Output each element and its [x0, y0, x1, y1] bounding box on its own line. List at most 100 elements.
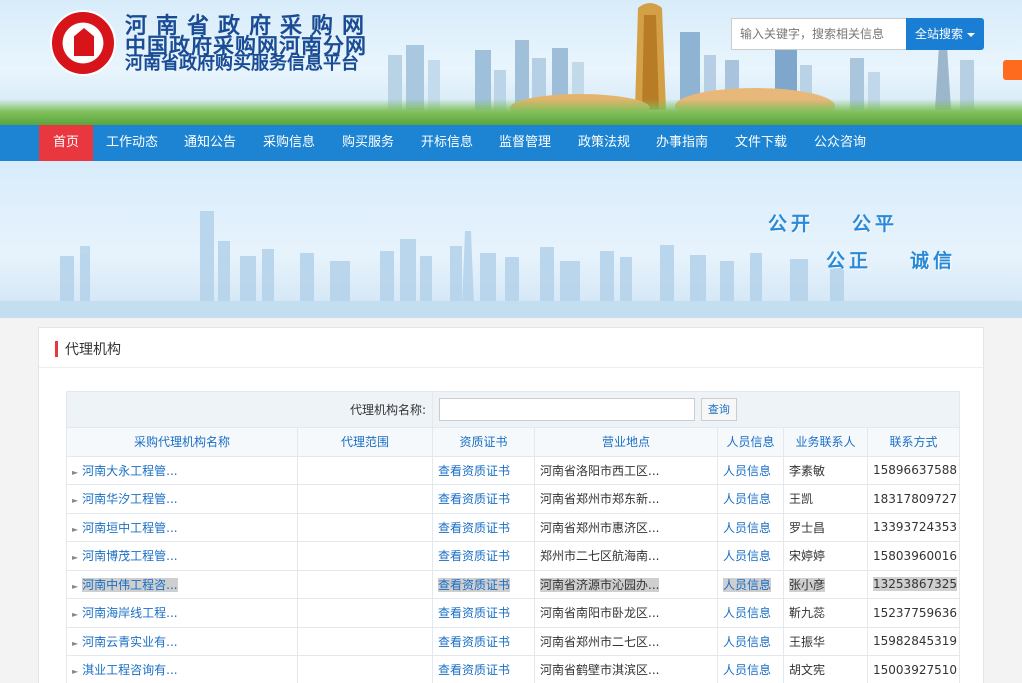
- agency-name-link[interactable]: 河南大永工程管...: [82, 464, 177, 478]
- panel-title-accent: [55, 341, 58, 357]
- panel-title: 代理机构: [65, 342, 121, 358]
- contact-cell: 罗士昌: [783, 512, 869, 542]
- site-search-button[interactable]: 全站搜索: [906, 18, 984, 50]
- contact-text: 胡文宪: [789, 663, 826, 678]
- staff-info-link[interactable]: 人员信息: [723, 464, 771, 478]
- phone-cell: 15003927510: [867, 655, 961, 683]
- view-cert-link[interactable]: 查看资质证书: [438, 635, 510, 649]
- contact-cell: 靳九蕊: [783, 598, 869, 628]
- filter-label: 代理机构名称:: [65, 391, 434, 428]
- view-cert-link[interactable]: 查看资质证书: [438, 492, 510, 506]
- staff-cell: 人员信息: [717, 655, 785, 683]
- table-row: ► 河南华汐工程管... 查看资质证书 河南省郑州市郑东新... 人员信息 王凯 18317…: [66, 484, 961, 514]
- address-text: 河南省济源市沁园办...: [540, 577, 660, 592]
- agency-scope-cell: [296, 655, 434, 683]
- staff-info-link[interactable]: 人员信息: [723, 606, 771, 620]
- staff-cell: 人员信息: [717, 455, 785, 485]
- address-text: 河南省鹤壁市淇滨区...: [540, 663, 660, 678]
- view-cert-link[interactable]: 查看资质证书: [438, 521, 510, 535]
- agency-name-link[interactable]: 河南博茂工程管...: [82, 549, 177, 563]
- nav-item-downloads[interactable]: 文件下载: [725, 125, 797, 161]
- slogan-fairness: 公平: [852, 213, 899, 235]
- staff-info-link[interactable]: 人员信息: [723, 492, 771, 506]
- view-cert-link[interactable]: 查看资质证书: [438, 578, 510, 592]
- triangle-right-icon: ►: [72, 638, 79, 648]
- contact-text: 罗士昌: [789, 520, 826, 535]
- nav-item-supervision[interactable]: 监督管理: [489, 125, 561, 161]
- nav-item-notices[interactable]: 通知公告: [175, 125, 245, 161]
- phone-text: 15982845319: [873, 634, 957, 649]
- nav-item-bid-opening[interactable]: 开标信息: [411, 125, 483, 161]
- banner-skyline-illustration: [0, 211, 1022, 318]
- triangle-right-icon: ►: [72, 667, 79, 677]
- agency-scope-cell: [296, 512, 434, 542]
- agency-name-link[interactable]: 河南云青实业有...: [82, 635, 177, 649]
- agency-name-link[interactable]: 河南海岸线工程...: [82, 606, 177, 620]
- staff-info-link[interactable]: 人员信息: [723, 578, 771, 592]
- phone-cell: 13253867325: [867, 569, 961, 599]
- view-cert-link[interactable]: 查看资质证书: [438, 663, 510, 677]
- site-search-input[interactable]: 输入关键字，搜索相关信息: [731, 18, 906, 50]
- table-row: ► 河南垣中工程管... 查看资质证书 河南省郑州市惠济区... 人员信息 罗士昌 1339…: [66, 512, 961, 542]
- view-cert-link[interactable]: 查看资质证书: [438, 464, 510, 478]
- agency-name-link[interactable]: 河南华汐工程管...: [82, 492, 177, 506]
- column-header-contact: 业务联系人: [783, 427, 869, 457]
- contact-cell: 宋婷婷: [783, 541, 869, 571]
- contact-cell: 王振华: [783, 626, 869, 656]
- agency-panel: 代理机构 代理机构名称: 查询 采购代理机构名称 代理范围 资质证书 营业地点 …: [38, 327, 984, 683]
- staff-cell: 人员信息: [717, 598, 785, 628]
- triangle-right-icon: ►: [72, 553, 79, 563]
- nav-item-home[interactable]: 首页: [39, 125, 93, 161]
- agency-name-cell: ► 河南垣中工程管...: [66, 512, 298, 542]
- address-cell: 河南省郑州市二七区...: [534, 626, 719, 656]
- agency-name-cell: ► 淇业工程咨询有...: [66, 655, 298, 683]
- address-text: 河南省洛阳市西工区...: [540, 463, 660, 478]
- agency-name-cell: ► 河南云青实业有...: [66, 626, 298, 656]
- view-cert-link[interactable]: 查看资质证书: [438, 549, 510, 563]
- table-row: ► 河南博茂工程管... 查看资质证书 郑州市二七区航海南... 人员信息 宋婷婷 1580…: [66, 541, 961, 571]
- agency-name-link[interactable]: 河南中伟工程咨...: [82, 578, 177, 592]
- agency-scope-cell: [296, 455, 434, 485]
- query-button[interactable]: 查询: [700, 398, 737, 421]
- table-row: ► 淇业工程咨询有... 查看资质证书 河南省鹤壁市淇滨区... 人员信息 胡文宪 1500…: [66, 655, 961, 683]
- nav-item-policies[interactable]: 政策法规: [568, 125, 640, 161]
- phone-cell: 15237759636: [867, 598, 961, 628]
- nav-item-procurement-info[interactable]: 采购信息: [253, 125, 325, 161]
- agency-name-link[interactable]: 河南垣中工程管...: [82, 521, 177, 535]
- staff-info-link[interactable]: 人员信息: [723, 521, 771, 535]
- side-float-tab[interactable]: [1003, 60, 1022, 80]
- phone-text: 15896637588: [873, 463, 957, 478]
- staff-info-link[interactable]: 人员信息: [723, 635, 771, 649]
- staff-info-link[interactable]: 人员信息: [723, 549, 771, 563]
- agency-name-cell: ► 河南华汐工程管...: [66, 484, 298, 514]
- contact-text: 宋婷婷: [789, 549, 826, 564]
- agency-name-link[interactable]: 淇业工程咨询有...: [82, 663, 177, 677]
- government-emblem-logo[interactable]: [50, 10, 116, 76]
- nav-item-purchase-services[interactable]: 购买服务: [332, 125, 404, 161]
- cert-cell: 查看资质证书: [432, 569, 536, 599]
- slogan-openness: 公开: [768, 213, 815, 235]
- phone-text: 13393724353: [873, 520, 957, 535]
- table-row: ► 河南大永工程管... 查看资质证书 河南省洛阳市西工区... 人员信息 李素敏 1589…: [66, 455, 961, 485]
- staff-info-link[interactable]: 人员信息: [723, 663, 771, 677]
- agency-scope-cell: [296, 598, 434, 628]
- slogan-integrity: 诚信: [910, 250, 957, 272]
- agency-name-input[interactable]: [439, 398, 696, 421]
- column-header-staff: 人员信息: [717, 427, 785, 457]
- triangle-right-icon: ►: [72, 524, 79, 534]
- view-cert-link[interactable]: 查看资质证书: [438, 606, 510, 620]
- agency-scope-cell: [296, 569, 434, 599]
- staff-cell: 人员信息: [717, 626, 785, 656]
- phone-text: 15003927510: [873, 662, 957, 677]
- cert-cell: 查看资质证书: [432, 541, 536, 571]
- phone-text: 18317809727: [873, 491, 957, 506]
- nav-item-public-consult[interactable]: 公众咨询: [804, 125, 876, 161]
- nav-item-work-news[interactable]: 工作动态: [97, 125, 167, 161]
- table-header-row: 采购代理机构名称 代理范围 资质证书 营业地点 人员信息 业务联系人 联系方式: [66, 427, 961, 457]
- slogan-justice: 公正: [826, 250, 873, 272]
- triangle-right-icon: ►: [72, 496, 79, 506]
- agency-name-cell: ► 河南海岸线工程...: [66, 598, 298, 628]
- nav-item-guide[interactable]: 办事指南: [646, 125, 718, 161]
- site-header: 河南省政府采购网 中国政府采购网河南分网 河南省政府购买服务信息平台 输入关键字…: [0, 0, 1022, 125]
- address-cell: 河南省郑州市郑东新...: [534, 484, 719, 514]
